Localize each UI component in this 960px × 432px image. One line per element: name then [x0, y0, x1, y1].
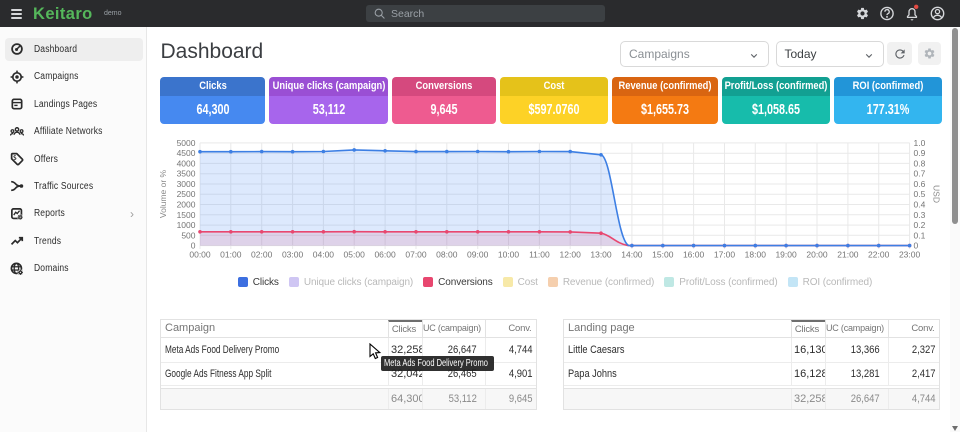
svg-text:04:00: 04:00: [313, 250, 335, 260]
svg-text:0.6: 0.6: [914, 179, 926, 189]
svg-text:02:00: 02:00: [251, 250, 273, 260]
svg-text:21:00: 21:00: [837, 250, 859, 260]
svg-text:12:00: 12:00: [560, 250, 582, 260]
svg-text:17:00: 17:00: [714, 250, 736, 260]
svg-text:0.7: 0.7: [914, 169, 926, 179]
svg-text:01:00: 01:00: [220, 250, 242, 260]
svg-text:4000: 4000: [177, 158, 196, 168]
svg-text:22:00: 22:00: [868, 250, 890, 260]
svg-text:5000: 5000: [177, 138, 196, 148]
svg-text:0.8: 0.8: [914, 158, 926, 168]
svg-text:0.4: 0.4: [914, 200, 926, 210]
svg-text:07:00: 07:00: [405, 250, 427, 260]
svg-text:0.1: 0.1: [914, 230, 926, 240]
svg-text:11:00: 11:00: [529, 250, 550, 260]
svg-text:03:00: 03:00: [282, 250, 304, 260]
svg-text:00:00: 00:00: [189, 250, 211, 260]
svg-text:0.3: 0.3: [914, 210, 926, 220]
svg-text:0.2: 0.2: [914, 220, 926, 230]
svg-text:19:00: 19:00: [775, 250, 797, 260]
svg-text:500: 500: [181, 230, 195, 240]
svg-text:18:00: 18:00: [745, 250, 767, 260]
svg-text:1000: 1000: [177, 220, 196, 230]
svg-text:1500: 1500: [177, 210, 196, 220]
svg-text:Volume or %: Volume or %: [158, 169, 168, 218]
svg-text:20:00: 20:00: [806, 250, 828, 260]
svg-text:2500: 2500: [177, 189, 196, 199]
svg-text:05:00: 05:00: [344, 250, 366, 260]
svg-text:2000: 2000: [177, 200, 196, 210]
svg-text:16:00: 16:00: [683, 250, 705, 260]
svg-text:0.5: 0.5: [914, 189, 926, 199]
svg-text:3500: 3500: [177, 169, 196, 179]
svg-text:06:00: 06:00: [374, 250, 396, 260]
svg-text:4500: 4500: [177, 148, 196, 158]
svg-text:23:00: 23:00: [899, 250, 921, 260]
svg-text:0.9: 0.9: [914, 148, 926, 158]
svg-text:1.0: 1.0: [914, 138, 926, 148]
svg-text:14:00: 14:00: [621, 250, 643, 260]
svg-text:08:00: 08:00: [436, 250, 458, 260]
svg-text:3000: 3000: [177, 179, 196, 189]
svg-text:15:00: 15:00: [652, 250, 674, 260]
svg-text:09:00: 09:00: [467, 250, 489, 260]
svg-text:10:00: 10:00: [498, 250, 520, 260]
svg-text:USD: USD: [932, 185, 942, 203]
svg-text:13:00: 13:00: [590, 250, 612, 260]
